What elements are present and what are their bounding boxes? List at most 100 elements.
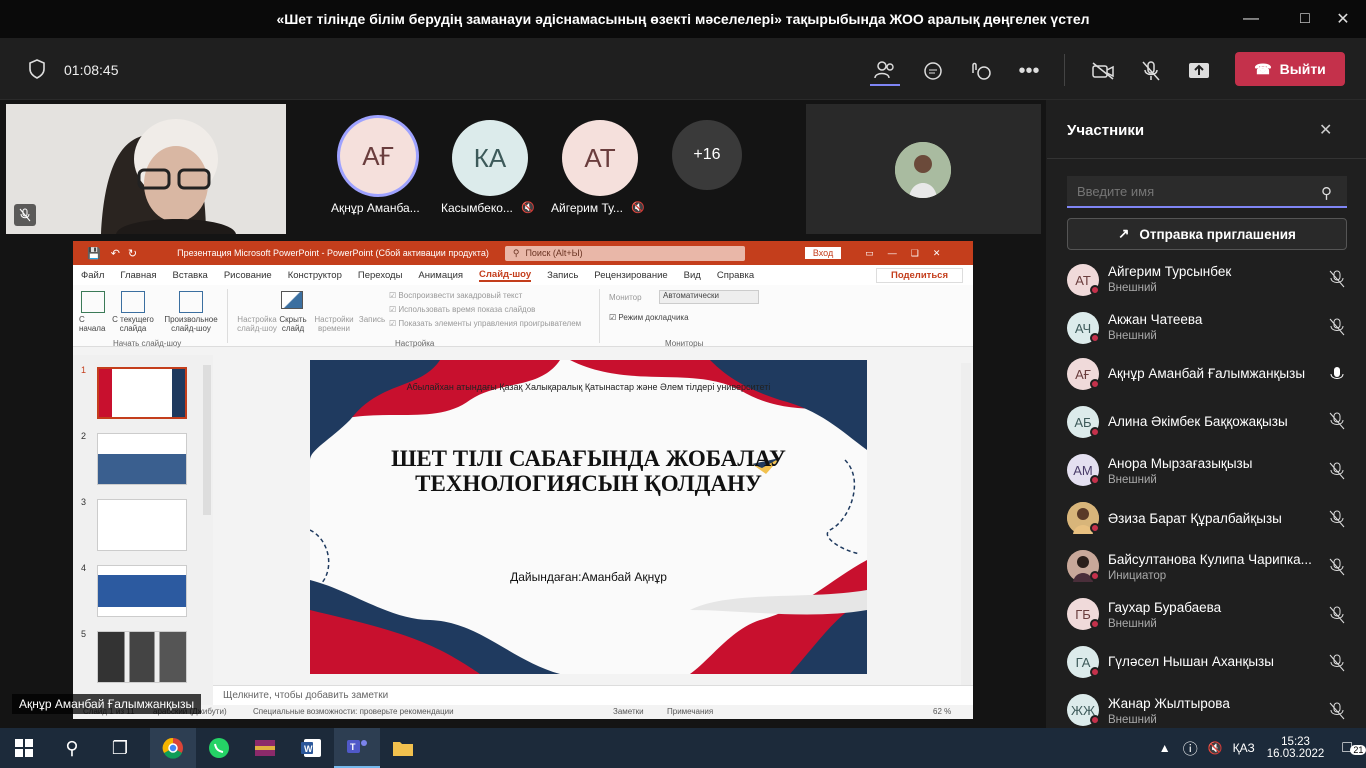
presenter-view-checkbox[interactable]: ☑ Режим докладчика	[609, 313, 689, 322]
participant-row[interactable]: АБ Алина Әкімбек Баққожақызы	[1047, 404, 1366, 452]
keyboard-language[interactable]: ҚАЗ	[1233, 741, 1255, 755]
tab-transitions[interactable]: Переходы	[358, 270, 403, 281]
from-current-button[interactable]: С текущего слайда	[109, 315, 157, 333]
accessibility-status[interactable]: Специальные возможности: проверьте реком…	[253, 707, 454, 716]
file-explorer-icon[interactable]	[380, 728, 426, 768]
tab-slideshow[interactable]: Слайд-шоу	[479, 269, 532, 282]
close-window-button[interactable]: ✕	[1320, 0, 1366, 38]
play-from-current-icon[interactable]	[121, 291, 145, 313]
slide-scrollbar[interactable]	[961, 363, 971, 693]
participant-video-tile[interactable]	[806, 104, 1041, 234]
tab-file[interactable]: Файл	[81, 270, 104, 281]
save-icon[interactable]: 💾	[87, 247, 101, 260]
volume-muted-icon[interactable]: 🔇	[1208, 741, 1223, 755]
status-dot	[1090, 715, 1100, 725]
search-icon[interactable]: ⚲	[52, 728, 92, 768]
notes-pane[interactable]: Щелкните, чтобы добавить заметки	[213, 685, 973, 705]
participant-avatar[interactable]: АҒ	[340, 118, 416, 194]
minimize-button[interactable]: —	[1228, 0, 1274, 38]
participant-avatar[interactable]: КА	[452, 120, 528, 196]
comments-button[interactable]: Примечания	[667, 707, 713, 716]
tab-animations[interactable]: Анимация	[418, 270, 463, 281]
chat-icon[interactable]	[918, 56, 948, 86]
send-invite-button[interactable]: ↗ Отправка приглашения	[1067, 218, 1347, 250]
tab-home[interactable]: Главная	[120, 270, 156, 281]
participant-row[interactable]: ГА Гүләсел Нышан Аханқызы	[1047, 646, 1366, 694]
thumb-number: 4	[81, 563, 87, 573]
mic-off-icon[interactable]	[1136, 56, 1166, 86]
show-hidden-icons[interactable]: ▲	[1159, 741, 1171, 755]
share-screen-icon[interactable]	[1184, 56, 1214, 86]
ribbon-display-icon[interactable]: ▭	[865, 248, 874, 259]
teams-icon[interactable]: T	[334, 728, 380, 768]
chrome-icon[interactable]	[150, 728, 196, 768]
minimize-icon[interactable]: —	[888, 248, 897, 258]
participant-row[interactable]: АТ Айгерим Турсынбек Внешний	[1047, 262, 1366, 310]
current-slide[interactable]: Абылайхан атындағы Қазақ Халықаралық Қат…	[310, 360, 867, 674]
redo-icon[interactable]: ↻	[128, 247, 137, 260]
custom-show-icon[interactable]	[179, 291, 203, 313]
camera-off-icon[interactable]	[1088, 56, 1118, 86]
more-icon[interactable]: •••	[1014, 56, 1044, 86]
ppt-search[interactable]: ⚲ Поиск (Alt+Ы)	[504, 245, 745, 261]
hide-slide-button[interactable]: Скрыть слайд	[276, 315, 310, 333]
restore-icon[interactable]: ❑	[911, 248, 919, 259]
slide-thumbnail-1[interactable]	[97, 367, 187, 419]
presenter-camera-tile[interactable]	[6, 104, 286, 234]
zoom-level[interactable]: 62 %	[933, 707, 951, 716]
whatsapp-icon[interactable]	[196, 728, 242, 768]
setup-slideshow-button[interactable]: Настройка слайд-шоу	[233, 315, 281, 333]
slide-thumbnail-5[interactable]	[97, 631, 187, 683]
slide-thumbnail-4[interactable]	[97, 565, 187, 617]
timings-checkbox[interactable]: ☑ Использовать время показа слайдов	[389, 305, 535, 314]
word-icon[interactable]: W	[288, 728, 334, 768]
rehearse-timings-button[interactable]: Настройки времени	[313, 315, 355, 333]
tab-insert[interactable]: Вставка	[173, 270, 208, 281]
from-start-button[interactable]: С начала	[79, 315, 113, 333]
leave-button[interactable]: ☎ Выйти	[1235, 52, 1345, 86]
close-icon[interactable]: ✕	[933, 248, 941, 259]
slide-title: ШЕТ ТІЛІ САБАҒЫНДА ЖОБАЛАУ ТЕХНОЛОГИЯСЫН…	[391, 446, 786, 496]
tab-record[interactable]: Запись	[547, 270, 578, 281]
tab-view[interactable]: Вид	[684, 270, 701, 281]
tab-help[interactable]: Справка	[717, 270, 754, 281]
participant-row[interactable]: ГБ Гаухар Бурабаева Внешний	[1047, 598, 1366, 646]
reactions-icon[interactable]	[966, 56, 996, 86]
tab-review[interactable]: Рецензирование	[594, 270, 667, 281]
tab-draw[interactable]: Рисование	[224, 270, 272, 281]
play-from-start-icon[interactable]	[81, 291, 105, 313]
participant-row[interactable]: ЖЖ Жанар Жылтырова Внешний	[1047, 694, 1366, 728]
hide-slide-icon[interactable]	[281, 291, 303, 309]
people-icon[interactable]	[870, 56, 900, 86]
notes-button[interactable]: Заметки	[613, 707, 644, 716]
ppt-share-button[interactable]: Поделиться	[875, 267, 963, 283]
ppt-login-button[interactable]: Вход	[804, 247, 842, 259]
avatar-initials: АТ	[584, 142, 616, 173]
windows-start-icon[interactable]	[4, 728, 44, 768]
help-icon[interactable]: ⓘ	[1183, 738, 1198, 759]
close-panel-icon[interactable]: ✕	[1319, 120, 1332, 140]
thumb-scrollbar[interactable]	[203, 365, 211, 515]
participant-row[interactable]: АЧ Акжан Чатеева Внешний	[1047, 310, 1366, 358]
media-controls-checkbox[interactable]: ☑ Показать элементы управления проигрыва…	[389, 319, 581, 328]
participant-row[interactable]: АМ Анора Мырзағазықызы Внешний	[1047, 454, 1366, 502]
undo-icon[interactable]: ↶	[111, 247, 120, 260]
notifications-icon[interactable]: □ 21	[1342, 739, 1366, 757]
participant-avatar[interactable]: АТ	[562, 120, 638, 196]
participant-row[interactable]: Әзиза Барат Құралбайқызы	[1047, 502, 1366, 550]
monitor-select[interactable]: Автоматически	[659, 290, 759, 304]
narration-checkbox[interactable]: ☑ Воспроизвести закадровый текст	[389, 291, 522, 300]
participant-search-input[interactable]	[1067, 176, 1347, 208]
custom-show-button[interactable]: Произвольное слайд-шоу	[161, 315, 221, 333]
participant-row[interactable]: Байсултанова Кулипа Чарипка... Инициатор	[1047, 550, 1366, 598]
shield-icon	[26, 58, 48, 80]
winrar-icon[interactable]	[242, 728, 288, 768]
clock[interactable]: 15:23 16.03.2022	[1267, 736, 1325, 760]
record-button[interactable]: Запись	[357, 315, 387, 324]
slide-thumbnail-3[interactable]	[97, 499, 187, 551]
tab-design[interactable]: Конструктор	[288, 270, 342, 281]
more-participants-button[interactable]: +16	[672, 120, 742, 190]
slide-thumbnail-2[interactable]	[97, 433, 187, 485]
task-view-icon[interactable]: ❐	[100, 728, 140, 768]
participant-row[interactable]: АҒ Ақнұр Аманбай Ғалымжанқызы	[1047, 358, 1366, 406]
